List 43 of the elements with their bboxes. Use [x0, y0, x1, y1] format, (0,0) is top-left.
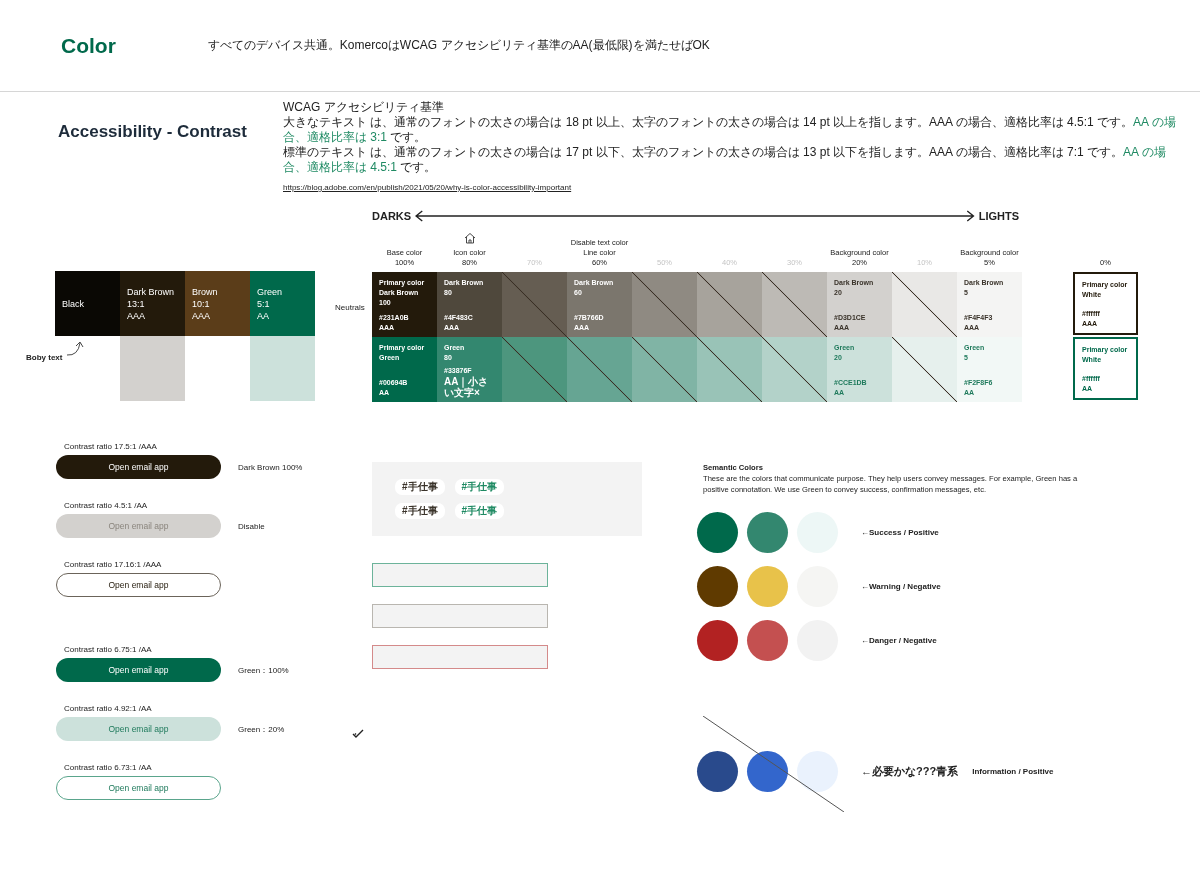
sample-button[interactable]: Open email app: [56, 717, 221, 741]
contrast-caption: Contrast ratio 17.16:1 /AAA: [63, 560, 163, 569]
input-field[interactable]: [372, 563, 548, 587]
button-note: Green：20%: [238, 723, 285, 735]
input-field[interactable]: [372, 645, 548, 669]
semantic-label: ←必要かな???青系: [861, 766, 959, 777]
color-swatch: Black: [55, 271, 120, 336]
sample-button[interactable]: Open email app: [56, 455, 221, 479]
contrast-caption: Contrast ratio 4.5:1 /AA: [63, 501, 149, 510]
semantic-label: ←Warning / Negative: [861, 581, 941, 592]
hashtag-chip[interactable]: #手仕事: [395, 503, 445, 519]
hashtag-chip[interactable]: #手仕事: [454, 503, 505, 519]
button-note: Green：100%: [238, 664, 289, 676]
row-label: Neutrals: [335, 303, 366, 312]
scale-start-label: DARKS: [372, 210, 412, 222]
hashtag-chip[interactable]: #手仕事: [395, 479, 445, 495]
color-swatch: Brown 10:1 AAA: [185, 271, 250, 336]
wcag-rule: 標準のテキスト は、通常のフォントの太さの場合は 17 pt 以下、太字のフォントの太さの場合は 13 pt 以下を指します。AAA の場合、適格比率は 7:1 です。AA の場合、適格比率は 4.5:1 です。: [283, 145, 1167, 175]
color-swatch: Dark Brown 13:1 AAA: [120, 271, 185, 336]
contrast-caption: Contrast ratio 6.73:1 /AA: [63, 763, 153, 772]
contrast-caption: Contrast ratio 17.5:1 /AAA: [63, 442, 158, 451]
reference-link[interactable]: https://blog.adobe.com/en/publish/2021/05/20/why-is-color-accessibility-important: [283, 180, 1188, 195]
sample-button[interactable]: Open email app: [56, 573, 221, 597]
button-note: Dark Brown 100%: [238, 462, 303, 472]
check-icon: [352, 729, 364, 739]
page-title: Color: [61, 33, 116, 58]
input-field[interactable]: [372, 604, 548, 628]
hashtag-chip[interactable]: #手仕事: [454, 479, 505, 495]
section-title: Accessibility - Contrast: [58, 122, 247, 142]
scale-end-label: LIGHTS: [978, 210, 1019, 222]
annotation-label: Boby text: [26, 353, 63, 362]
semantic-label: ←Success / Positive: [861, 527, 939, 538]
wcag-heading: WCAG アクセシビリティ基準: [283, 100, 445, 115]
contrast-caption: Contrast ratio 6.75:1 /AA: [63, 645, 153, 654]
button-note: Disable: [238, 521, 265, 531]
sample-button[interactable]: Open email app: [56, 776, 221, 800]
wcag-rule: 大きなテキスト は、通常のフォントの太さの場合は 18 pt 以上、太字のフォントの太さの場合は 14 pt 以上を指します。AAA の場合、適格比率は 4.5:1 です。AA の場合、適格比率は 3:1 です。: [283, 115, 1177, 145]
contrast-caption: Contrast ratio 4.92:1 /AA: [63, 704, 153, 713]
color-swatch: Green 5:1 AA: [250, 271, 315, 336]
semantic-label: Information / Positive: [972, 766, 1054, 777]
sample-button[interactable]: Open email app: [56, 658, 221, 682]
page-note: すべてのデバイス共通。KomercoはWCAG アクセシビリティ基準のAA(最低限)を満たせばOK: [207, 37, 710, 54]
semantic-label: ←Danger / Negative: [861, 635, 937, 646]
